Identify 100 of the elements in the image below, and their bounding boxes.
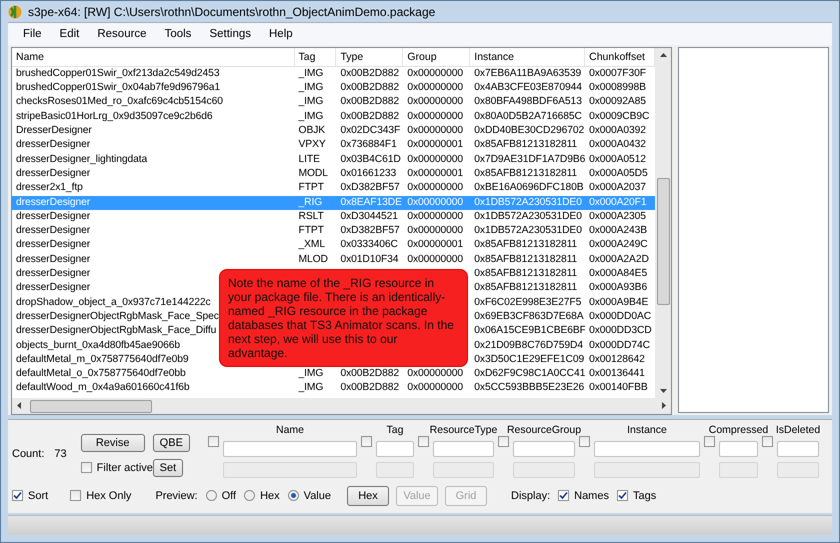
table-cell: 0xD382BF57: [340, 182, 400, 194]
field-label: ResourceGroup: [506, 424, 582, 436]
table-cell: dresserDesigner: [16, 196, 90, 208]
table-cell: 0x00000001: [407, 239, 464, 250]
table-cell: 0x0008998B: [589, 82, 646, 94]
filter-active-checkbox[interactable]: [80, 462, 92, 474]
display-checkbox[interactable]: [616, 490, 628, 502]
table-cell: 0x000DD3CD: [589, 325, 652, 336]
scroll-up-icon[interactable]: [660, 52, 666, 57]
hex-only-checkbox[interactable]: [70, 490, 82, 502]
table-cell: 0x85AFB81213182811: [474, 168, 578, 179]
table-cell: 0x00B2D882: [340, 368, 400, 380]
column-header[interactable]: Group: [403, 48, 470, 66]
preview-label: Preview:: [155, 490, 198, 502]
table-cell: dresserDesigner: [16, 139, 90, 150]
table-cell: 0x000A0392: [589, 125, 646, 136]
table-cell: 0x00B2D882: [340, 96, 400, 108]
radio-button[interactable]: [244, 490, 256, 502]
set-button[interactable]: Set: [152, 458, 184, 477]
filter-input[interactable]: [777, 440, 819, 457]
table-cell: 0x3D50C1E29EFE1C09: [474, 354, 584, 365]
table-cell: _XML: [298, 239, 326, 250]
menu-item[interactable]: Help: [260, 28, 302, 40]
filter-input: [433, 462, 494, 478]
table-cell: 0x00000000: [407, 210, 464, 222]
table-cell: dresserDesignerObjectRgbMask_Face_Spec: [16, 310, 219, 322]
checkbox-label: Sort: [28, 490, 48, 502]
field-checkbox[interactable]: [762, 436, 773, 447]
table-cell: 0x02DC343F: [340, 125, 400, 136]
table-cell: 0x85AFB81213182811: [474, 239, 578, 250]
table-cell: 0x00136441: [589, 368, 645, 380]
table-cell: 0x1DB572A230531DE0: [474, 210, 582, 222]
table-cell: 0xD382BF57: [340, 225, 400, 236]
table-cell: OBJK: [298, 125, 326, 136]
table-cell: 0x85AFB81213182811: [474, 268, 578, 280]
table-cell: 0x7D9AE31DF1A7D9B6: [474, 154, 586, 165]
scroll-down-icon[interactable]: [660, 388, 666, 393]
checkbox-label: Filter active: [96, 462, 153, 474]
table-cell: 0x01661233: [340, 168, 396, 179]
column-header[interactable]: Name: [12, 48, 295, 66]
radio-label: Off: [222, 490, 236, 502]
field-checkbox[interactable]: [498, 436, 509, 447]
filter-input: [513, 462, 575, 478]
filter-input[interactable]: [223, 440, 357, 457]
table-cell: 0x000A2305: [589, 210, 646, 222]
count-label: Count:: [12, 448, 44, 462]
table-cell: 0x06A15CE9B1CBE6BF: [474, 325, 586, 336]
vertical-scrollbar[interactable]: [655, 48, 671, 398]
table-cell: 0x1DB572A230531DE0: [474, 196, 582, 208]
menu-item[interactable]: File: [14, 28, 51, 40]
table-cell: 0x80A0D5B2A716685C: [474, 110, 582, 122]
table-cell: 0x21D09B8C76D759D4: [474, 340, 583, 351]
table-cell: dresserDesigner_lightingdata: [16, 154, 148, 165]
table-cell: 0x000A249C: [589, 239, 648, 250]
menu-item[interactable]: Tools: [156, 28, 200, 40]
table-cell: 0x69EB3CF863D7E68A: [474, 310, 584, 322]
field-checkbox[interactable]: [208, 436, 219, 447]
filter-input[interactable]: [376, 440, 414, 457]
table-cell: 0x00000001: [407, 168, 464, 179]
radio-button[interactable]: [206, 490, 217, 502]
menu-item[interactable]: Settings: [200, 28, 260, 40]
radio-button[interactable]: [288, 490, 299, 502]
field-checkbox[interactable]: [418, 436, 429, 447]
table-cell: 0x00092A85: [589, 96, 646, 108]
horizontal-scrollbar[interactable]: [12, 398, 671, 414]
table-cell: 0x0007F30F: [589, 68, 646, 79]
field-checkbox[interactable]: [579, 436, 590, 447]
scroll-left-icon[interactable]: [17, 402, 21, 410]
table-cell: brushedCopper01Swir_0x04ab7fe9d96796a1: [16, 82, 220, 94]
filter-input[interactable]: [433, 440, 494, 457]
menu-item[interactable]: Resource: [88, 28, 156, 40]
revise-button[interactable]: Revise: [80, 434, 145, 452]
table-cell: 0x00000000: [407, 82, 464, 94]
table-cell: 0x00000001: [407, 139, 464, 150]
table-cell: 0xD3044521: [340, 210, 398, 222]
column-header[interactable]: Instance: [470, 48, 586, 66]
field-label: ResourceType: [430, 424, 498, 436]
display-checkbox[interactable]: [558, 490, 570, 502]
table-cell: 0x7EB6A11BA9A63539: [474, 68, 582, 79]
table-cell: 0x00000000: [407, 225, 464, 236]
filter-input[interactable]: [513, 440, 575, 457]
sort-checkbox[interactable]: [12, 490, 23, 502]
table-cell: FTPT: [298, 182, 324, 194]
filter-input[interactable]: [594, 440, 700, 457]
view-button[interactable]: Hex: [347, 486, 389, 506]
field-checkbox[interactable]: [704, 436, 715, 447]
table-cell: dresserDesigner: [16, 254, 90, 265]
field-checkbox[interactable]: [361, 436, 372, 447]
scroll-right-icon[interactable]: [662, 402, 666, 410]
table-cell: 0x00000000: [407, 254, 464, 265]
column-header[interactable]: Tag: [294, 48, 336, 66]
table-cell: _RIG: [298, 196, 322, 208]
qbe-button[interactable]: QBE: [152, 434, 190, 452]
column-header[interactable]: Type: [336, 48, 404, 66]
menu-item[interactable]: Edit: [50, 28, 88, 40]
table-cell: 0x00B2D882: [340, 68, 400, 79]
table-cell: _IMG: [298, 68, 324, 79]
table-cell: 0xBE16A0696DFC180B: [474, 182, 584, 194]
filter-input[interactable]: [719, 440, 758, 457]
table-cell: 0x00000000: [407, 68, 464, 79]
